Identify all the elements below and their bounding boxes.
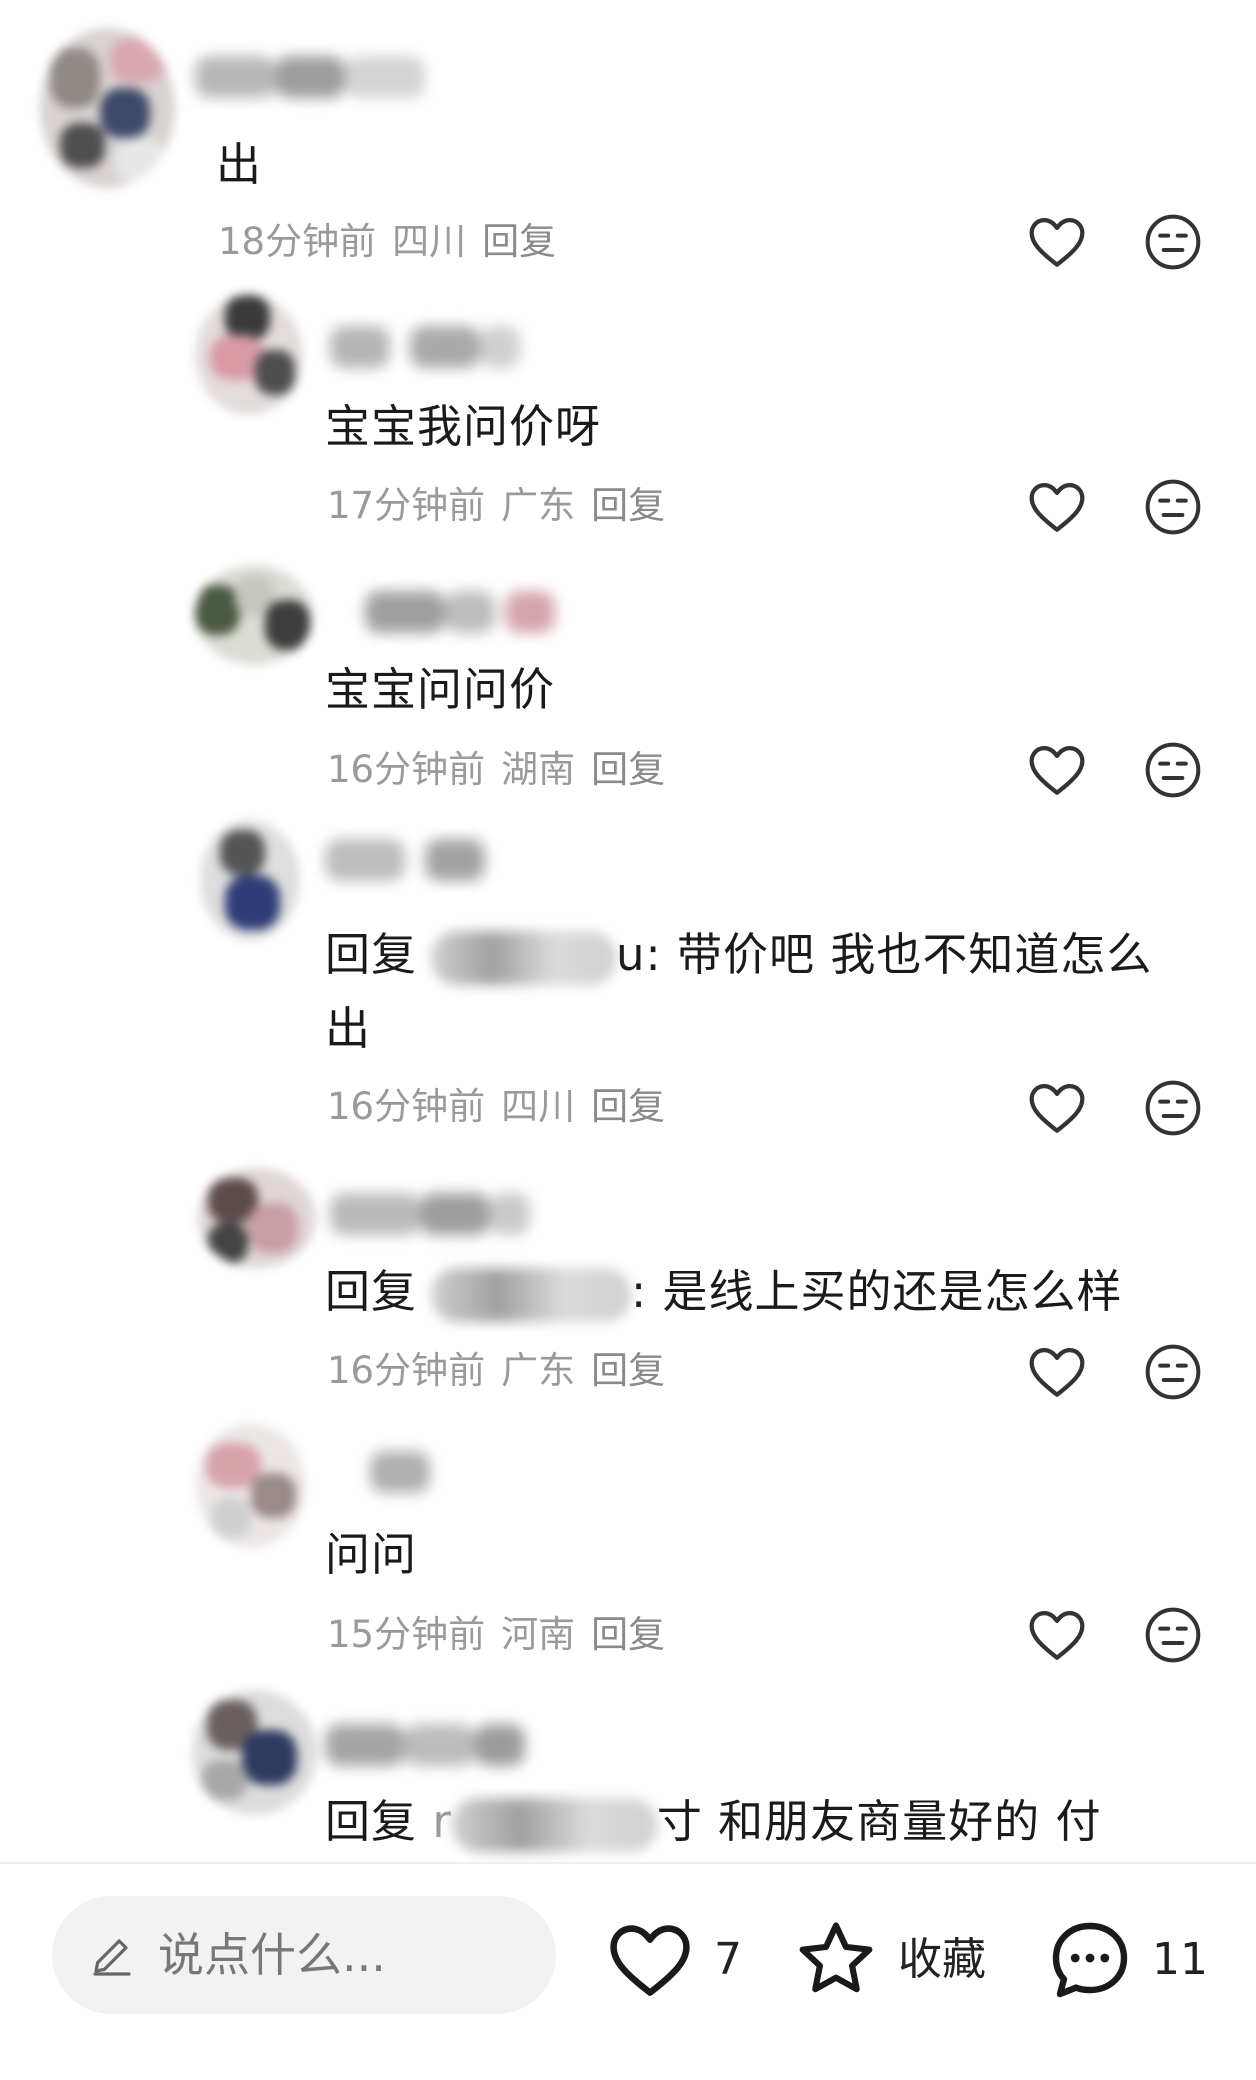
username-redacted[interactable] [195, 50, 425, 104]
comment-body: 宝宝问问价 [325, 663, 556, 716]
comment-time: 15分钟前 [327, 1613, 486, 1656]
avatar[interactable] [192, 1690, 317, 1815]
like-count[interactable]: 7 [714, 1932, 742, 1988]
comment-text: 宝宝问问价 [325, 653, 555, 727]
mention-start: r [432, 1795, 452, 1848]
heart-icon[interactable] [1025, 1603, 1089, 1667]
neutral-face-icon[interactable] [1141, 475, 1205, 539]
comment-meta: 17分钟前 广东 回复 [327, 481, 681, 531]
comment-time: 16分钟前 [327, 748, 486, 791]
neutral-face-icon[interactable] [1141, 1340, 1205, 1404]
avatar[interactable] [40, 28, 175, 188]
mention-redacted[interactable] [431, 931, 617, 985]
chat-bubble-icon[interactable] [1042, 1912, 1138, 2008]
reply-prefix: 回复 [325, 1795, 418, 1848]
neutral-face-icon[interactable] [1141, 738, 1205, 802]
comment-text: 回复: 是线上买的还是怎么样 [325, 1255, 1225, 1329]
comment-text: 问问 [325, 1518, 417, 1592]
username-redacted[interactable] [320, 320, 520, 374]
username-redacted[interactable] [325, 1718, 525, 1772]
comment-text: 出 [216, 128, 262, 202]
reply-prefix: 回复 [325, 928, 418, 981]
avatar[interactable] [200, 820, 300, 940]
comment-location: 湖南 [501, 748, 576, 791]
heart-icon[interactable] [1025, 475, 1089, 539]
mention-tail: u: [616, 928, 662, 981]
comment-text: 宝宝我问价呀 [325, 390, 601, 464]
reply-button[interactable]: 回复 [591, 1085, 665, 1128]
comment-location: 广东 [501, 484, 576, 527]
avatar[interactable] [195, 565, 313, 665]
comment-meta: 15分钟前 河南 回复 [327, 1610, 681, 1660]
comment-location: 四川 [392, 220, 467, 263]
username-redacted[interactable] [325, 833, 515, 887]
comment-body-continued: 出 [325, 1002, 372, 1055]
comment-meta: 16分钟前 广东 回复 [327, 1346, 681, 1396]
comment-meta: 16分钟前 湖南 回复 [327, 745, 681, 795]
avatar[interactable] [198, 1168, 316, 1268]
comment-input-placeholder: 说点什么... [158, 1928, 386, 1982]
comment-body: 寸 和朋友商量好的 付 [656, 1795, 1102, 1848]
comment-input[interactable]: 说点什么... [52, 1896, 556, 2014]
reply-prefix: 回复 [325, 1265, 418, 1318]
comment-count[interactable]: 11 [1152, 1932, 1208, 1988]
comment-text: 回复 r 寸 和朋友商量好的 付 [325, 1785, 1225, 1859]
comment-location: 四川 [501, 1085, 576, 1128]
comment-body: 带价吧 我也不知道怎么 [677, 928, 1153, 981]
reply-button[interactable]: 回复 [591, 484, 665, 527]
comment-location: 广东 [501, 1349, 576, 1392]
heart-icon[interactable] [1025, 1340, 1089, 1404]
neutral-face-icon[interactable] [1141, 1076, 1205, 1140]
comment-body: 问问 [325, 1528, 418, 1581]
comment-time: 16分钟前 [327, 1349, 486, 1392]
username-redacted[interactable] [320, 1445, 470, 1499]
mention-tail: : [631, 1265, 648, 1318]
comment-text: 回复 u: 带价吧 我也不知道怎么 出 [325, 918, 1225, 1066]
comment-meta: 18分钟前 四川 回复 [218, 217, 572, 267]
heart-icon[interactable] [1025, 210, 1089, 274]
bottom-action-bar: 说点什么... 7 收藏 11 [0, 1864, 1256, 2080]
reply-button[interactable]: 回复 [591, 748, 665, 791]
username-redacted[interactable] [325, 585, 555, 639]
comment-meta: 16分钟前 四川 回复 [327, 1082, 681, 1132]
avatar[interactable] [195, 295, 303, 415]
comment-body: 是线上买的还是怎么样 [662, 1265, 1123, 1318]
mention-redacted[interactable] [431, 1268, 632, 1322]
neutral-face-icon[interactable] [1141, 1603, 1205, 1667]
comment-time: 17分钟前 [327, 484, 486, 527]
comment-body: 宝宝我问价呀 [325, 400, 602, 453]
reply-button[interactable]: 回复 [591, 1613, 665, 1656]
collect-label[interactable]: 收藏 [898, 1932, 986, 1988]
heart-icon[interactable] [1025, 1076, 1089, 1140]
pencil-icon [93, 1939, 131, 1976]
comment-location: 河南 [501, 1613, 576, 1656]
heart-icon[interactable] [1025, 738, 1089, 802]
heart-icon[interactable] [604, 1914, 696, 2006]
comment-time: 16分钟前 [327, 1085, 486, 1128]
comment-time: 18分钟前 [218, 220, 377, 263]
reply-button[interactable]: 回复 [482, 220, 556, 263]
username-redacted[interactable] [330, 1187, 530, 1241]
reply-button[interactable]: 回复 [591, 1349, 665, 1392]
avatar[interactable] [196, 1423, 306, 1548]
star-icon[interactable] [790, 1914, 882, 2006]
neutral-face-icon[interactable] [1141, 210, 1205, 274]
mention-redacted[interactable] [451, 1798, 657, 1852]
comment-body: 出 [216, 138, 263, 191]
